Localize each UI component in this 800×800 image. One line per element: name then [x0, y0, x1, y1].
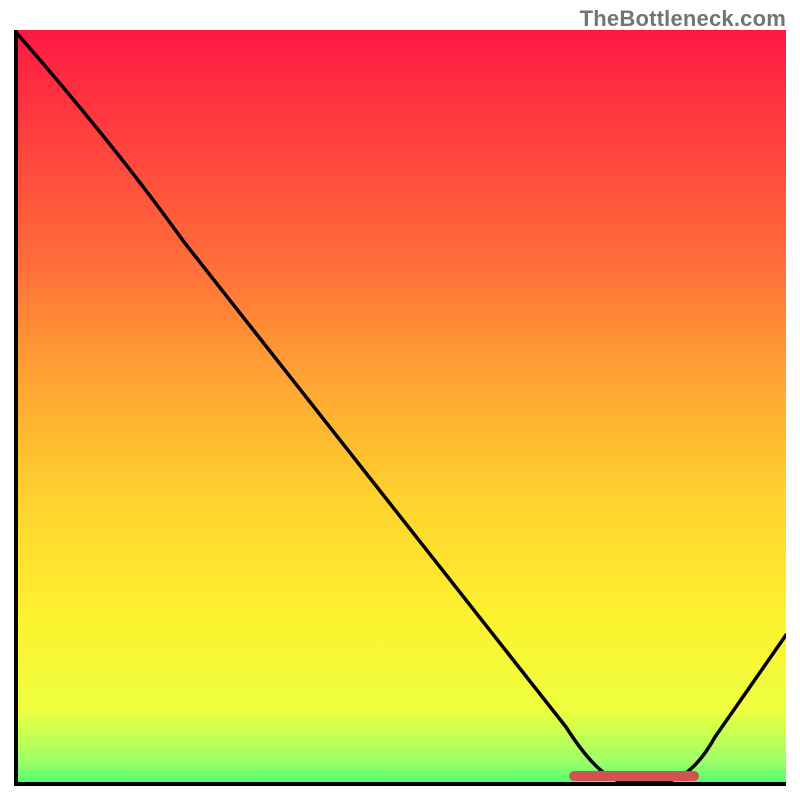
optimum-marker	[569, 771, 699, 781]
chart-container: TheBottleneck.com	[0, 0, 800, 800]
watermark-text: TheBottleneck.com	[580, 6, 786, 32]
curve-path	[14, 30, 786, 782]
plot-area	[14, 30, 786, 786]
bottleneck-curve	[14, 30, 786, 786]
